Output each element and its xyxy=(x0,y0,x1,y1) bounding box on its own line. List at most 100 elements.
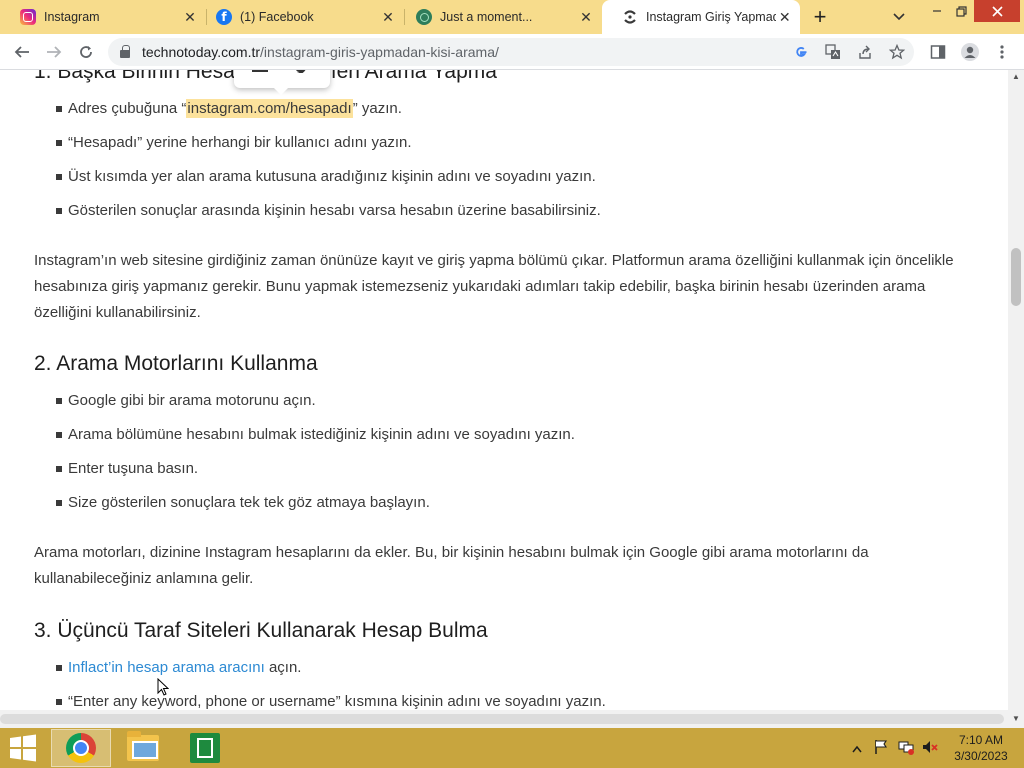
minimize-button[interactable] xyxy=(926,0,948,22)
translate-icon[interactable] xyxy=(822,41,844,63)
list-item-text: açın. xyxy=(264,659,302,676)
highlighted-text: instagram.com/hesapadı xyxy=(186,99,353,118)
network-icon[interactable] xyxy=(898,739,914,758)
reload-icon xyxy=(80,46,92,58)
list-item: “Enter any keyword, phone or username” k… xyxy=(68,693,606,710)
horizontal-scrollbar[interactable] xyxy=(0,710,1008,728)
list-item: Enter tuşuna basın. xyxy=(68,460,199,477)
paragraph: Arama motorları, dizinine Instagram hesa… xyxy=(34,544,869,587)
tab-strip: Instagram ✕ f (1) Facebook ✕ Just a mome… xyxy=(0,0,1024,34)
chrome-icon xyxy=(66,733,96,763)
action-center-flag-icon[interactable] xyxy=(874,739,888,758)
list-item: “Hesapadı” yerine herhangi bir kullanıcı… xyxy=(68,134,412,151)
share-toolbar-pointer xyxy=(274,88,288,95)
profile-avatar-icon xyxy=(961,43,979,61)
lock-icon[interactable] xyxy=(120,45,130,58)
clock-date: 3/30/2023 xyxy=(954,749,1008,763)
volume-muted-icon[interactable] xyxy=(922,739,938,758)
page-content: 1. Başka Birinin Hesa ıen Arama Yapma Adr… xyxy=(0,70,1008,710)
url-domain: technotoday.com.tr xyxy=(142,44,261,60)
forward-arrow-icon xyxy=(47,46,62,58)
menu-button[interactable] xyxy=(990,40,1014,64)
tab-technotoday-active[interactable]: Instagram Giriş Yapmada ✕ xyxy=(602,0,800,34)
list-item: Gösterilen sonuçlar arasında kişinin hes… xyxy=(68,202,601,219)
horizontal-scrollbar-thumb[interactable] xyxy=(0,714,1004,724)
section-heading-2: 2. Arama Motorlarını Kullanma xyxy=(34,352,318,375)
list-bullet xyxy=(56,466,62,472)
excel-icon xyxy=(190,733,220,763)
scrollbar-thumb[interactable] xyxy=(1011,248,1021,306)
tab-just-a-moment[interactable]: Just a moment... ✕ xyxy=(396,0,602,34)
forward-button[interactable] xyxy=(42,40,66,64)
list-item: Size gösterilen sonuçlara tek tek göz at… xyxy=(68,494,430,511)
section-heading-1-tail: ıen Arama Yapma xyxy=(330,70,497,83)
file-explorer-icon xyxy=(127,731,159,761)
list-item-text: ” yazın. xyxy=(352,100,402,117)
browser-toolbar: technotoday.com.tr/instagram-giris-yapma… xyxy=(0,34,1024,70)
list-item-text: Adres çubuğuna “ xyxy=(68,100,187,117)
scroll-up-arrow-icon[interactable]: ▲ xyxy=(1012,72,1020,81)
bookmark-star-icon[interactable] xyxy=(886,41,908,63)
list-item: Google gibi bir arama motorunu açın. xyxy=(68,392,316,409)
vertical-scrollbar[interactable]: ▲ ▼ xyxy=(1008,70,1024,728)
instagram-icon xyxy=(20,9,36,25)
address-bar[interactable]: technotoday.com.tr/instagram-giris-yapma… xyxy=(108,38,914,66)
back-arrow-icon xyxy=(14,46,29,58)
taskbar-excel[interactable] xyxy=(175,729,235,767)
share-icon[interactable] xyxy=(854,41,876,63)
close-tab-icon[interactable]: ✕ xyxy=(378,7,398,27)
url-path: /instagram-giris-yapmadan-kisi-arama/ xyxy=(260,44,499,60)
list-bullet xyxy=(56,106,62,112)
url-text[interactable]: technotoday.com.tr/instagram-giris-yapma… xyxy=(142,44,499,60)
reload-button[interactable] xyxy=(74,40,98,64)
share-toolbar xyxy=(234,70,330,95)
tab-title: Just a moment... xyxy=(440,10,533,24)
list-item: Adres çubuğuna “instagram.com/hesapadı” … xyxy=(68,99,402,118)
close-tab-icon[interactable]: ✕ xyxy=(576,7,596,27)
tab-instagram[interactable]: Instagram ✕ xyxy=(0,0,206,34)
system-clock[interactable]: 7:10 AM 3/30/2023 xyxy=(948,732,1014,764)
list-bullet xyxy=(56,174,62,180)
list-bullet xyxy=(56,699,62,705)
list-bullet xyxy=(56,140,62,146)
tab-title: (1) Facebook xyxy=(240,10,314,24)
profile-button[interactable] xyxy=(958,40,982,64)
share-icon[interactable] xyxy=(252,70,268,72)
side-panel-button[interactable] xyxy=(926,40,950,64)
paragraph: Instagram’ın web sitesine girdiğiniz zam… xyxy=(34,252,954,321)
scroll-down-arrow-icon[interactable]: ▼ xyxy=(1012,714,1020,723)
kebab-menu-icon xyxy=(1000,45,1004,59)
close-tab-icon[interactable]: ✕ xyxy=(776,7,794,27)
google-icon[interactable] xyxy=(790,41,812,63)
list-bullet xyxy=(56,398,62,404)
taskbar-chrome[interactable] xyxy=(51,729,111,767)
inflact-link[interactable]: Inflact’in hesap arama aracını xyxy=(68,659,265,676)
list-item: Inflact’in hesap arama aracını açın. xyxy=(68,659,301,676)
list-bullet xyxy=(56,432,62,438)
taskbar-file-explorer[interactable] xyxy=(113,729,173,767)
side-panel-icon xyxy=(930,45,946,59)
show-hidden-icons-icon[interactable] xyxy=(852,741,862,756)
technotoday-icon xyxy=(622,9,638,25)
tab-facebook[interactable]: f (1) Facebook ✕ xyxy=(196,0,404,34)
facebook-icon: f xyxy=(216,9,232,25)
twitter-icon[interactable] xyxy=(294,70,310,78)
cloudflare-icon xyxy=(416,9,432,25)
new-tab-button[interactable]: + xyxy=(808,6,832,28)
back-button[interactable] xyxy=(10,40,34,64)
tab-title: Instagram xyxy=(44,10,100,24)
close-window-button[interactable] xyxy=(974,0,1020,22)
mouse-cursor-icon xyxy=(157,678,169,696)
list-item: Arama bölümüne hesabını bulmak istediğin… xyxy=(68,426,575,443)
list-item: Üst kısımda yer alan arama kutusuna arad… xyxy=(68,168,596,185)
start-button[interactable] xyxy=(8,734,40,762)
tab-search-chevron-icon[interactable] xyxy=(888,6,910,28)
restore-button[interactable] xyxy=(950,0,972,22)
list-bullet xyxy=(56,208,62,214)
windows-logo-icon xyxy=(10,734,36,762)
list-bullet xyxy=(56,665,62,671)
section-heading-3: 3. Üçüncü Taraf Siteleri Kullanarak Hesa… xyxy=(34,619,488,642)
tab-title: Instagram Giriş Yapmada xyxy=(646,10,776,24)
list-bullet xyxy=(56,500,62,506)
taskbar: 7:10 AM 3/30/2023 xyxy=(0,728,1024,768)
